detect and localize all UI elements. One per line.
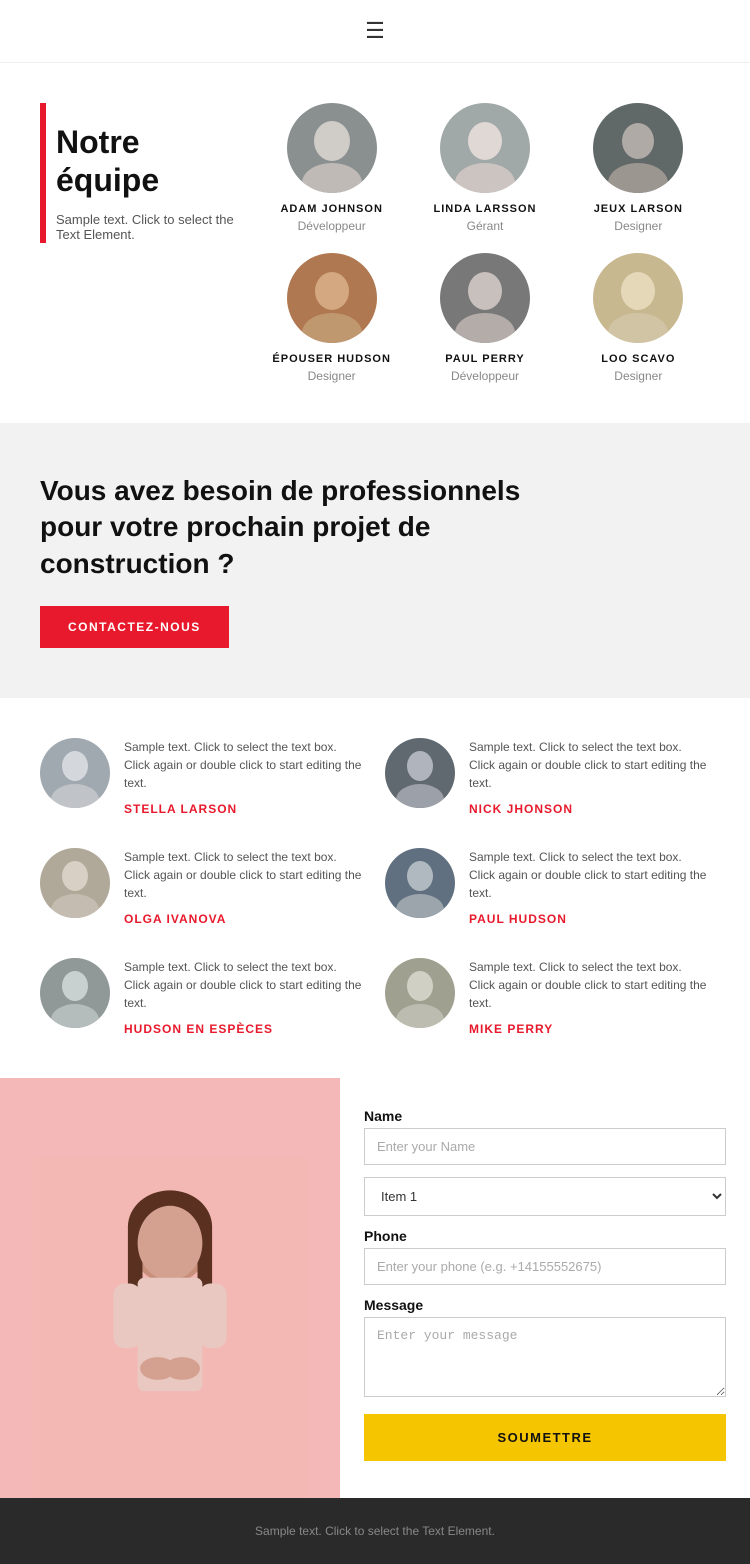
- list-item: Sample text. Click to select the text bo…: [40, 848, 365, 928]
- list-desc: Sample text. Click to select the text bo…: [124, 738, 365, 792]
- avatar: [40, 848, 110, 918]
- avatar: [385, 738, 455, 808]
- header: ☰: [0, 0, 750, 63]
- contact-section: Name Item 1 Item 2 Item 3 Phone Message …: [0, 1078, 750, 1498]
- message-field-group: Message: [364, 1297, 726, 1402]
- team-member: ÉPOUSER HUDSON Designer: [260, 253, 403, 383]
- member-role: Designer: [308, 369, 356, 383]
- contact-form: Name Item 1 Item 2 Item 3 Phone Message …: [340, 1078, 750, 1498]
- contact-button[interactable]: CONTACTEZ-NOUS: [40, 606, 229, 648]
- member-name: ADAM JOHNSON: [280, 203, 382, 215]
- team-member: ADAM JOHNSON Développeur: [260, 103, 403, 233]
- message-label: Message: [364, 1297, 726, 1313]
- member-role: Designer: [614, 369, 662, 383]
- avatar: [40, 738, 110, 808]
- submit-button[interactable]: SOUMETTRE: [364, 1414, 726, 1461]
- team-grid: ADAM JOHNSON Développeur LINDA LARSSON G…: [260, 103, 710, 383]
- avatar: [593, 103, 683, 193]
- name-input[interactable]: [364, 1128, 726, 1165]
- list-info: Sample text. Click to select the text bo…: [124, 738, 365, 818]
- team-member: JEUX LARSON Designer: [567, 103, 710, 233]
- list-name: PAUL HUDSON: [469, 912, 567, 926]
- message-textarea[interactable]: [364, 1317, 726, 1397]
- member-role: Designer: [614, 219, 662, 233]
- member-name: LINDA LARSSON: [433, 203, 536, 215]
- member-name: JEUX LARSON: [594, 203, 683, 215]
- team-subtitle: Sample text. Click to select the Text El…: [56, 212, 240, 242]
- list-name: HUDSON EN ESPÈCES: [124, 1022, 273, 1036]
- member-name: PAUL PERRY: [445, 353, 524, 365]
- team-member: LOO SCAVO Designer: [567, 253, 710, 383]
- item-select[interactable]: Item 1 Item 2 Item 3: [364, 1177, 726, 1216]
- footer: Sample text. Click to select the Text El…: [0, 1498, 750, 1564]
- phone-input[interactable]: [364, 1248, 726, 1285]
- list-desc: Sample text. Click to select the text bo…: [469, 848, 710, 902]
- list-name: OLGA IVANOVA: [124, 912, 226, 926]
- list-item: Sample text. Click to select the text bo…: [40, 738, 365, 818]
- list-info: Sample text. Click to select the text bo…: [124, 958, 365, 1038]
- team-list-section: Sample text. Click to select the text bo…: [0, 698, 750, 1078]
- list-info: Sample text. Click to select the text bo…: [469, 738, 710, 818]
- avatar: [287, 253, 377, 343]
- list-name: NICK JHONSON: [469, 802, 573, 816]
- list-name: STELLA LARSON: [124, 802, 237, 816]
- footer-text: Sample text. Click to select the Text El…: [255, 1524, 495, 1538]
- cta-section: Vous avez besoin de professionnels pour …: [0, 423, 750, 698]
- phone-field-group: Phone: [364, 1228, 726, 1285]
- list-info: Sample text. Click to select the text bo…: [469, 958, 710, 1038]
- team-list-grid: Sample text. Click to select the text bo…: [40, 738, 710, 1038]
- member-name: LOO SCAVO: [601, 353, 675, 365]
- list-info: Sample text. Click to select the text bo…: [124, 848, 365, 928]
- name-field-group: Name: [364, 1108, 726, 1165]
- contact-image: [0, 1078, 340, 1498]
- name-label: Name: [364, 1108, 726, 1124]
- list-item: Sample text. Click to select the text bo…: [385, 848, 710, 928]
- team-member: LINDA LARSSON Gérant: [413, 103, 556, 233]
- select-field-group: Item 1 Item 2 Item 3: [364, 1177, 726, 1216]
- avatar: [40, 958, 110, 1028]
- team-intro: Notre équipe Sample text. Click to selec…: [40, 103, 240, 242]
- member-role: Développeur: [451, 369, 519, 383]
- member-role: Développeur: [298, 219, 366, 233]
- list-name: MIKE PERRY: [469, 1022, 553, 1036]
- list-info: Sample text. Click to select the text bo…: [469, 848, 710, 928]
- team-title: Notre équipe: [56, 123, 240, 200]
- member-name: ÉPOUSER HUDSON: [272, 353, 391, 365]
- member-role: Gérant: [467, 219, 504, 233]
- team-member: PAUL PERRY Développeur: [413, 253, 556, 383]
- list-item: Sample text. Click to select the text bo…: [40, 958, 365, 1038]
- red-accent-bar: [40, 103, 46, 243]
- cta-title: Vous avez besoin de professionnels pour …: [40, 473, 540, 582]
- avatar: [440, 253, 530, 343]
- list-item: Sample text. Click to select the text bo…: [385, 738, 710, 818]
- list-desc: Sample text. Click to select the text bo…: [469, 958, 710, 1012]
- list-desc: Sample text. Click to select the text bo…: [124, 958, 365, 1012]
- list-desc: Sample text. Click to select the text bo…: [124, 848, 365, 902]
- phone-label: Phone: [364, 1228, 726, 1244]
- team-section: Notre équipe Sample text. Click to selec…: [0, 63, 750, 423]
- avatar: [440, 103, 530, 193]
- list-desc: Sample text. Click to select the text bo…: [469, 738, 710, 792]
- avatar: [287, 103, 377, 193]
- menu-icon[interactable]: ☰: [365, 18, 385, 44]
- list-item: Sample text. Click to select the text bo…: [385, 958, 710, 1038]
- avatar: [385, 958, 455, 1028]
- avatar: [385, 848, 455, 918]
- avatar: [593, 253, 683, 343]
